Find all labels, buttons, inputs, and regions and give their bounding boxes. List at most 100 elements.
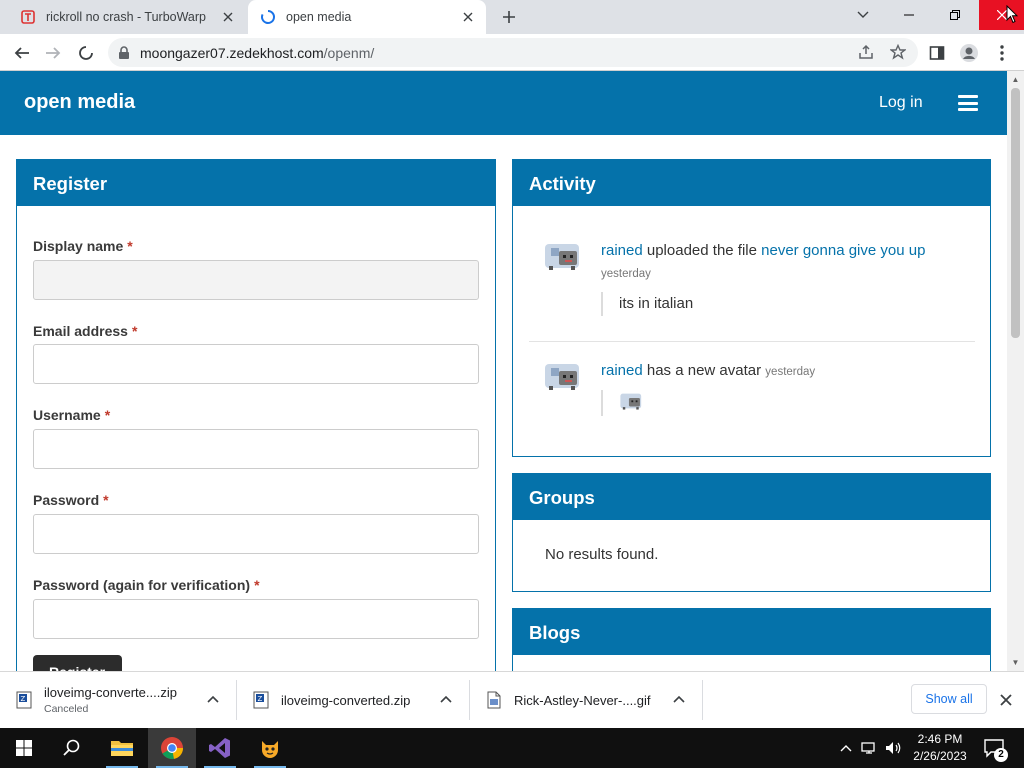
- scroll-down-arrow-icon[interactable]: ▼: [1011, 658, 1020, 667]
- taskbar-visual-studio[interactable]: [196, 728, 244, 768]
- browser-toolbar: moongazer07.zedekhost.com/openm/: [0, 34, 1024, 71]
- activity-comment: its in italian: [601, 292, 693, 316]
- svg-text:Z: Z: [258, 695, 263, 703]
- close-tab-icon[interactable]: [218, 7, 238, 27]
- password-label: Password *: [33, 492, 109, 508]
- groups-heading: Groups: [513, 474, 990, 520]
- scroll-up-arrow-icon[interactable]: ▲: [1011, 75, 1020, 84]
- profile-avatar-icon: [960, 44, 978, 62]
- minimize-icon: [904, 14, 914, 16]
- activity-panel: Activity rained uploaded the file never …: [512, 159, 991, 457]
- taskbar-search-button[interactable]: [48, 728, 96, 768]
- tab-open-media[interactable]: open media: [248, 0, 486, 34]
- clock-time: 2:46 PM: [917, 732, 963, 746]
- zip-file-icon: Z: [16, 691, 32, 709]
- chrome-icon: [161, 737, 184, 760]
- activity-text: rained has a new avatar yesterday: [601, 360, 971, 383]
- download-item[interactable]: Z iloveimg-converted.zip: [237, 672, 469, 728]
- password-input[interactable]: [33, 514, 479, 554]
- hamburger-menu-icon[interactable]: [958, 95, 978, 111]
- show-hidden-icons-chevron-icon[interactable]: [836, 738, 856, 758]
- file-link[interactable]: never gonna give you up: [761, 242, 925, 259]
- required-marker: *: [254, 577, 260, 593]
- back-arrow-icon: [14, 47, 29, 59]
- search-icon: [63, 739, 80, 756]
- email-address-input[interactable]: [33, 344, 479, 384]
- profile-button[interactable]: [957, 41, 981, 65]
- forward-button[interactable]: [41, 41, 65, 65]
- zip-file-icon: Z: [253, 691, 269, 709]
- activity-time: yesterday: [601, 268, 651, 280]
- minimize-button[interactable]: [886, 0, 932, 30]
- browser-menu-button[interactable]: [990, 41, 1014, 65]
- start-button[interactable]: [0, 728, 48, 768]
- register-heading: Register: [17, 160, 495, 206]
- page-scrollbar[interactable]: ▲ ▼: [1007, 71, 1024, 671]
- site-brand[interactable]: open media: [24, 91, 135, 114]
- chevron-up-icon[interactable]: [205, 692, 221, 708]
- url-host: moongazer07.zedekhost.com: [140, 44, 324, 61]
- scrollbar-thumb[interactable]: [1011, 88, 1020, 338]
- display-name-input[interactable]: [33, 260, 479, 300]
- display-name-label: Display name *: [33, 238, 133, 254]
- avatar-thumbnail[interactable]: [619, 390, 645, 412]
- download-item[interactable]: Z iloveimg-converte....zip Canceled: [0, 672, 236, 728]
- gif-file-icon: [487, 691, 501, 709]
- new-tab-button[interactable]: [497, 6, 521, 28]
- taskbar-scratch[interactable]: [246, 728, 294, 768]
- required-marker: *: [103, 492, 109, 508]
- activity-divider: [529, 341, 975, 342]
- forward-arrow-icon: [46, 47, 61, 59]
- close-tab-icon[interactable]: [458, 7, 478, 27]
- username-input[interactable]: [33, 429, 479, 469]
- download-filename: iloveimg-converted.zip: [281, 692, 411, 708]
- download-item[interactable]: Rick-Astley-Never-....gif: [470, 672, 702, 728]
- site-header: open media Log in: [0, 71, 1007, 135]
- register-button[interactable]: Register: [33, 655, 122, 671]
- loading-spinner-icon: [260, 9, 276, 25]
- register-panel: Register Display name * Email address * Us…: [16, 159, 496, 671]
- address-bar[interactable]: moongazer07.zedekhost.com/openm/: [108, 38, 918, 67]
- stop-loading-button[interactable]: [74, 41, 98, 65]
- lock-icon[interactable]: [118, 45, 130, 60]
- side-panel-button[interactable]: [925, 41, 949, 65]
- bookmark-star-icon[interactable]: [886, 40, 910, 64]
- tab-turbowarp[interactable]: rickroll no crash - TurboWarp: [8, 0, 246, 34]
- login-link[interactable]: Log in: [879, 94, 923, 112]
- volume-icon[interactable]: [883, 738, 903, 758]
- user-link[interactable]: rained: [601, 242, 643, 259]
- new-avatar-preview: [601, 390, 645, 416]
- mouse-cursor-icon: [1006, 5, 1018, 24]
- windows-start-icon: [16, 740, 32, 756]
- chevron-down-icon: [857, 11, 869, 18]
- user-avatar[interactable]: [543, 358, 585, 394]
- activity-action: uploaded the file: [646, 242, 757, 259]
- system-clock[interactable]: 2:46 PM 2/26/2023: [908, 731, 972, 765]
- password-confirm-input[interactable]: [33, 599, 479, 639]
- user-avatar[interactable]: [543, 238, 585, 274]
- stop-loading-icon: [79, 46, 93, 60]
- network-icon[interactable]: [860, 738, 880, 758]
- page-viewport: open media Log in Register Display name *…: [0, 71, 1024, 671]
- taskbar-file-explorer[interactable]: [98, 728, 146, 768]
- required-marker: *: [127, 238, 133, 254]
- close-shelf-icon[interactable]: [997, 691, 1015, 709]
- blogs-heading: Blogs: [513, 609, 990, 655]
- share-icon[interactable]: [854, 40, 878, 64]
- tab-title: rickroll no crash - TurboWarp: [46, 10, 206, 24]
- taskbar-chrome[interactable]: [148, 728, 196, 768]
- windows-taskbar: 2:46 PM 2/26/2023 2: [0, 728, 1024, 768]
- restore-button[interactable]: [932, 0, 978, 30]
- show-all-downloads-button[interactable]: Show all: [911, 684, 987, 714]
- restore-icon: [950, 10, 960, 20]
- activity-action: has a new avatar: [646, 362, 762, 379]
- tab-search-button[interactable]: [840, 0, 886, 30]
- chevron-up-icon[interactable]: [671, 692, 687, 708]
- tab-title: open media: [286, 10, 352, 24]
- back-button[interactable]: [10, 41, 34, 65]
- email-address-label: Email address *: [33, 323, 138, 339]
- user-link[interactable]: rained: [601, 362, 643, 379]
- chevron-up-icon[interactable]: [438, 692, 454, 708]
- url-path: /openm/: [323, 44, 375, 61]
- clock-date: 2/26/2023: [913, 749, 967, 763]
